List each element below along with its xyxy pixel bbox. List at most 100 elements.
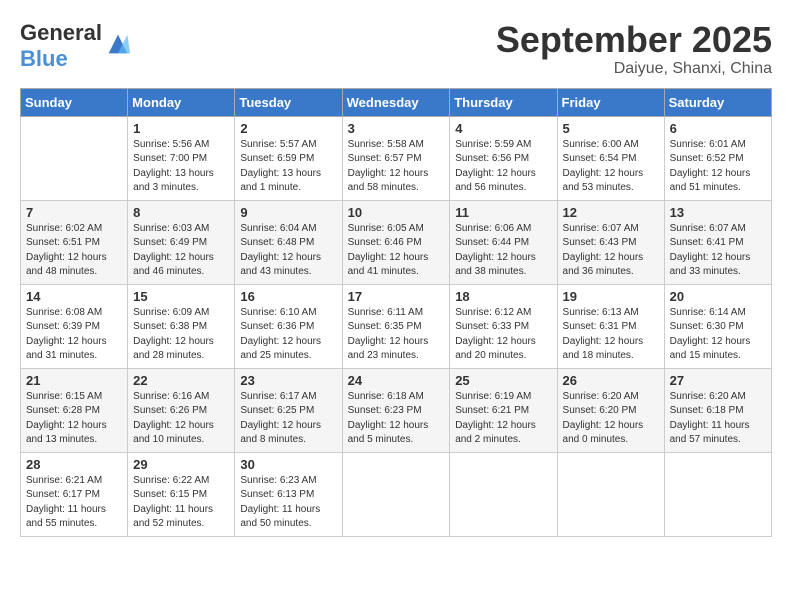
day-info: Sunrise: 6:05 AM Sunset: 6:46 PM Dayligh…: [348, 222, 445, 280]
day-info: Sunrise: 6:07 AM Sunset: 6:43 PM Dayligh…: [563, 222, 659, 280]
day-info: Sunrise: 6:04 AM Sunset: 6:48 PM Dayligh…: [240, 222, 336, 280]
logo-general: General: [20, 20, 102, 45]
day-info: Sunrise: 6:02 AM Sunset: 6:51 PM Dayligh…: [26, 222, 122, 280]
day-info: Sunrise: 6:17 AM Sunset: 6:25 PM Dayligh…: [240, 390, 336, 448]
calendar-cell: 12 Sunrise: 6:07 AM Sunset: 6:43 PM Dayli…: [557, 200, 664, 284]
day-info: Sunrise: 6:15 AM Sunset: 6:28 PM Dayligh…: [26, 390, 122, 448]
day-info: Sunrise: 6:20 AM Sunset: 6:20 PM Dayligh…: [563, 390, 659, 448]
day-info: Sunrise: 6:07 AM Sunset: 6:41 PM Dayligh…: [670, 222, 766, 280]
calendar-cell: 23 Sunrise: 6:17 AM Sunset: 6:25 PM Dayli…: [235, 368, 342, 452]
calendar-cell: 7 Sunrise: 6:02 AM Sunset: 6:51 PM Daylig…: [21, 200, 128, 284]
logo-blue: Blue: [20, 46, 68, 71]
day-info: Sunrise: 6:18 AM Sunset: 6:23 PM Dayligh…: [348, 390, 445, 448]
day-number: 26: [563, 373, 659, 388]
calendar-week-row: 7 Sunrise: 6:02 AM Sunset: 6:51 PM Daylig…: [21, 200, 772, 284]
day-number: 5: [563, 121, 659, 136]
logo-icon: [104, 30, 132, 58]
calendar-cell: 17 Sunrise: 6:11 AM Sunset: 6:35 PM Dayli…: [342, 284, 450, 368]
day-number: 11: [455, 205, 551, 220]
day-info: Sunrise: 6:00 AM Sunset: 6:54 PM Dayligh…: [563, 138, 659, 196]
page-header: General Blue September 2025 Daiyue, Shan…: [20, 20, 772, 78]
weekday-header: Sunday: [21, 88, 128, 116]
weekday-header: Tuesday: [235, 88, 342, 116]
day-info: Sunrise: 6:23 AM Sunset: 6:13 PM Dayligh…: [240, 474, 336, 532]
calendar-cell: 15Sunrise: 6:09 AM Sunset: 6:38 PM Dayli…: [128, 284, 235, 368]
day-number: 27: [670, 373, 766, 388]
day-number: 22: [133, 373, 229, 388]
day-info: Sunrise: 6:12 AM Sunset: 6:33 PM Dayligh…: [455, 306, 551, 364]
calendar-cell: [664, 452, 771, 536]
calendar-cell: 21 Sunrise: 6:15 AM Sunset: 6:28 PM Dayli…: [21, 368, 128, 452]
day-info: Sunrise: 6:11 AM Sunset: 6:35 PM Dayligh…: [348, 306, 445, 364]
day-number: 17: [348, 289, 445, 304]
location: Daiyue, Shanxi, China: [496, 60, 772, 78]
day-info: Sunrise: 6:03 AM Sunset: 6:49 PM Dayligh…: [133, 222, 229, 280]
day-number: 14: [26, 289, 122, 304]
day-info: Sunrise: 6:16 AM Sunset: 6:26 PM Dayligh…: [133, 390, 229, 448]
calendar-cell: 5 Sunrise: 6:00 AM Sunset: 6:54 PM Daylig…: [557, 116, 664, 200]
calendar-cell: 1Sunrise: 5:56 AM Sunset: 7:00 PM Daylig…: [128, 116, 235, 200]
month-title: September 2025: [496, 20, 772, 60]
calendar-cell: 30 Sunrise: 6:23 AM Sunset: 6:13 PM Dayli…: [235, 452, 342, 536]
day-number: 30: [240, 457, 336, 472]
day-info: Sunrise: 6:21 AM Sunset: 6:17 PM Dayligh…: [26, 474, 122, 532]
day-info: Sunrise: 6:10 AM Sunset: 6:36 PM Dayligh…: [240, 306, 336, 364]
day-number: 12: [563, 205, 659, 220]
calendar-cell: 24 Sunrise: 6:18 AM Sunset: 6:23 PM Dayli…: [342, 368, 450, 452]
weekday-header: Thursday: [450, 88, 557, 116]
calendar-cell: 25Sunrise: 6:19 AM Sunset: 6:21 PM Dayli…: [450, 368, 557, 452]
day-number: 23: [240, 373, 336, 388]
calendar-cell: 20Sunrise: 6:14 AM Sunset: 6:30 PM Dayli…: [664, 284, 771, 368]
day-number: 24: [348, 373, 445, 388]
calendar-cell: 11 Sunrise: 6:06 AM Sunset: 6:44 PM Dayli…: [450, 200, 557, 284]
weekday-header: Wednesday: [342, 88, 450, 116]
calendar-cell: 10 Sunrise: 6:05 AM Sunset: 6:46 PM Dayli…: [342, 200, 450, 284]
day-number: 19: [563, 289, 659, 304]
day-info: Sunrise: 5:58 AM Sunset: 6:57 PM Dayligh…: [348, 138, 445, 196]
day-number: 4: [455, 121, 551, 136]
weekday-header: Friday: [557, 88, 664, 116]
day-number: 8: [133, 205, 229, 220]
day-info: Sunrise: 6:22 AM Sunset: 6:15 PM Dayligh…: [133, 474, 229, 532]
calendar-cell: 16 Sunrise: 6:10 AM Sunset: 6:36 PM Dayli…: [235, 284, 342, 368]
calendar-cell: 19Sunrise: 6:13 AM Sunset: 6:31 PM Dayli…: [557, 284, 664, 368]
calendar-cell: 22 Sunrise: 6:16 AM Sunset: 6:26 PM Dayli…: [128, 368, 235, 452]
calendar-cell: 4 Sunrise: 5:59 AM Sunset: 6:56 PM Daylig…: [450, 116, 557, 200]
calendar-cell: 8 Sunrise: 6:03 AM Sunset: 6:49 PM Daylig…: [128, 200, 235, 284]
day-info: Sunrise: 6:19 AM Sunset: 6:21 PM Dayligh…: [455, 390, 551, 448]
calendar-cell: [342, 452, 450, 536]
logo: General Blue: [20, 20, 132, 72]
weekday-header: Monday: [128, 88, 235, 116]
day-number: 6: [670, 121, 766, 136]
day-number: 16: [240, 289, 336, 304]
day-number: 28: [26, 457, 122, 472]
calendar-week-row: 21 Sunrise: 6:15 AM Sunset: 6:28 PM Dayli…: [21, 368, 772, 452]
calendar-cell: [21, 116, 128, 200]
day-info: Sunrise: 5:56 AM Sunset: 7:00 PM Dayligh…: [133, 138, 229, 196]
day-number: 10: [348, 205, 445, 220]
day-info: Sunrise: 5:59 AM Sunset: 6:56 PM Dayligh…: [455, 138, 551, 196]
calendar-cell: [450, 452, 557, 536]
day-number: 3: [348, 121, 445, 136]
day-info: Sunrise: 6:06 AM Sunset: 6:44 PM Dayligh…: [455, 222, 551, 280]
day-number: 13: [670, 205, 766, 220]
calendar-cell: 2 Sunrise: 5:57 AM Sunset: 6:59 PM Daylig…: [235, 116, 342, 200]
calendar-cell: 18 Sunrise: 6:12 AM Sunset: 6:33 PM Dayli…: [450, 284, 557, 368]
title-block: September 2025 Daiyue, Shanxi, China: [496, 20, 772, 78]
day-number: 15: [133, 289, 229, 304]
weekday-header: Saturday: [664, 88, 771, 116]
day-info: Sunrise: 6:08 AM Sunset: 6:39 PM Dayligh…: [26, 306, 122, 364]
day-info: Sunrise: 6:14 AM Sunset: 6:30 PM Dayligh…: [670, 306, 766, 364]
day-number: 21: [26, 373, 122, 388]
calendar-cell: 13 Sunrise: 6:07 AM Sunset: 6:41 PM Dayli…: [664, 200, 771, 284]
calendar-cell: 26 Sunrise: 6:20 AM Sunset: 6:20 PM Dayli…: [557, 368, 664, 452]
calendar-cell: 28 Sunrise: 6:21 AM Sunset: 6:17 PM Dayli…: [21, 452, 128, 536]
day-number: 7: [26, 205, 122, 220]
day-number: 18: [455, 289, 551, 304]
calendar-week-row: 14 Sunrise: 6:08 AM Sunset: 6:39 PM Dayli…: [21, 284, 772, 368]
day-number: 2: [240, 121, 336, 136]
calendar-cell: 29Sunrise: 6:22 AM Sunset: 6:15 PM Dayli…: [128, 452, 235, 536]
calendar-cell: [557, 452, 664, 536]
calendar-week-row: 1Sunrise: 5:56 AM Sunset: 7:00 PM Daylig…: [21, 116, 772, 200]
day-info: Sunrise: 5:57 AM Sunset: 6:59 PM Dayligh…: [240, 138, 336, 196]
